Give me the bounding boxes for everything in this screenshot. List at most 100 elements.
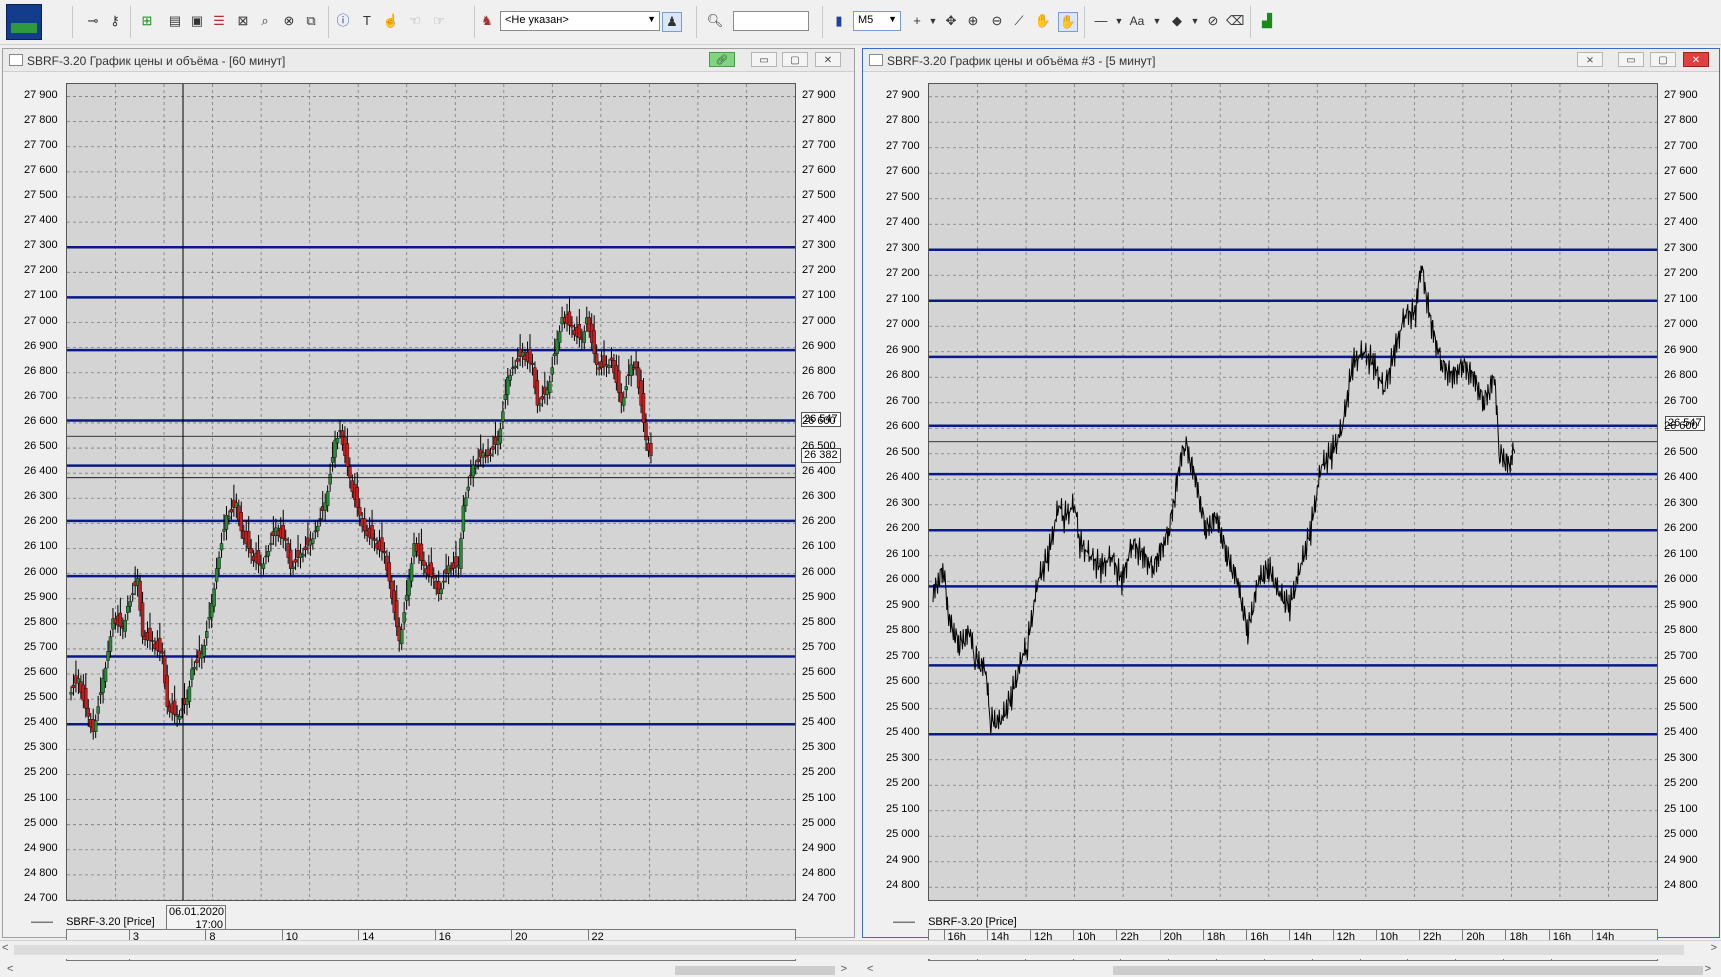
font-dropdown-icon[interactable]: ▼: [1148, 12, 1166, 30]
toolbar-separator: [1250, 6, 1251, 38]
unlink-icon[interactable]: ⨯: [1577, 52, 1603, 67]
y-tick-label: 27 800: [24, 113, 58, 126]
zoom-out-icon[interactable]: ⊖: [988, 12, 1006, 30]
table-icon[interactable]: ▤: [166, 12, 184, 30]
close-window-icon[interactable]: ⊗: [280, 12, 298, 30]
workspace-scrollbar[interactable]: < >: [0, 940, 1721, 959]
scroll-right-icon[interactable]: >: [1705, 963, 1711, 975]
portfolio-icon[interactable]: ⊠: [234, 12, 252, 30]
pan-icon[interactable]: ✋: [1034, 12, 1052, 30]
link-icon[interactable]: 🔗︎: [709, 52, 735, 67]
minimize-button[interactable]: ▭: [1618, 52, 1644, 67]
y-tick-label: 26 400: [802, 465, 836, 478]
workspace-scrollbar-thumb[interactable]: [14, 945, 1684, 955]
search-icon[interactable]: 🔍︎: [706, 12, 724, 30]
multi-hand-icon[interactable]: ☜: [406, 12, 424, 30]
candle-body: [370, 524, 374, 540]
hide-objects-icon[interactable]: ⊘: [1204, 12, 1222, 30]
fill-icon[interactable]: ◆: [1168, 12, 1186, 30]
scroll-left-icon[interactable]: <: [867, 963, 873, 975]
close-button[interactable]: ✕: [815, 52, 841, 67]
candle-body: [130, 593, 135, 595]
copy-window-icon[interactable]: ⧉: [302, 12, 320, 30]
line-dropdown-icon[interactable]: ▼: [1110, 12, 1128, 30]
y-tick-label: 27 500: [1664, 190, 1698, 203]
scrollbar-thumb[interactable]: [675, 966, 835, 975]
connect-icon[interactable]: ⊸: [84, 12, 102, 30]
y-tick-label: 26 300: [802, 490, 836, 503]
timeframe-select[interactable]: M5 ▼: [853, 11, 901, 31]
maximize-button[interactable]: ▢: [1650, 52, 1676, 67]
chart-window-icon[interactable]: ▣: [188, 12, 206, 30]
maximize-button[interactable]: ▢: [782, 52, 808, 67]
ruler-icon[interactable]: ⟋: [1010, 12, 1028, 30]
indicators-icon[interactable]: ▟: [1258, 12, 1276, 30]
horizontal-scrollbar[interactable]: < >: [5, 963, 851, 977]
scroll-left-icon[interactable]: <: [7, 963, 13, 975]
zoom-in-icon[interactable]: ⊕: [964, 12, 982, 30]
search-window-icon[interactable]: ⌕: [256, 12, 274, 30]
series-legend: —— SBRF-3.20 [Price]: [31, 916, 155, 928]
delete-objects-icon[interactable]: ⌫: [1226, 12, 1244, 30]
y-tick-label: 26 800: [886, 369, 920, 382]
y-tick-label: 26 500: [802, 440, 836, 453]
alert-icon[interactable]: ⓘ: [334, 12, 352, 30]
y-tick-label: 27 100: [886, 292, 920, 305]
price-chart-plot-area[interactable]: [928, 83, 1658, 901]
y-tick-label: 27 200: [886, 267, 920, 280]
candle-body: [246, 531, 251, 549]
candle-body: [207, 617, 211, 620]
chart-type-icon[interactable]: ▮: [830, 12, 848, 30]
timeframe-value: M5: [858, 14, 874, 26]
y-tick-label: 26 700: [802, 389, 836, 402]
window-title-bar[interactable]: SBRF-3.20 График цены и объёма - [60 мин…: [3, 49, 854, 72]
candle-body: [617, 370, 621, 393]
scroll-left-icon[interactable]: <: [2, 942, 8, 954]
font-icon[interactable]: Aa: [1128, 12, 1146, 30]
y-tick-label: 24 800: [24, 866, 58, 879]
crosshair-dropdown-icon[interactable]: ▼: [924, 12, 942, 30]
candle-body: [261, 563, 266, 569]
candle-body: [348, 466, 352, 478]
line-tool-icon[interactable]: —: [1092, 12, 1110, 30]
move-icon[interactable]: ✥: [942, 12, 960, 30]
scroll-right-icon[interactable]: >: [1711, 942, 1717, 954]
candle-body: [476, 458, 480, 463]
y-tick-label: 25 800: [802, 615, 836, 628]
y-tick-label: 25 700: [24, 640, 58, 653]
scrollbar-thumb[interactable]: [1113, 966, 1703, 975]
candle-body: [528, 349, 532, 364]
candle-body: [538, 403, 542, 406]
window-title-bar[interactable]: SBRF-3.20 График цены и объёма #3 - [5 м…: [863, 49, 1719, 72]
chart-window-left: SBRF-3.20 График цены и объёма - [60 мин…: [2, 48, 855, 977]
security-select[interactable]: <Не указан> ▼: [500, 11, 660, 31]
y-tick-label: 26 200: [24, 515, 58, 528]
y-tick-label: 27 300: [24, 239, 58, 252]
drag-hand-icon[interactable]: ✋: [1058, 12, 1078, 32]
hand-icon[interactable]: ☝: [382, 12, 400, 30]
toolbar-separator: [474, 6, 475, 38]
security-pick-icon[interactable]: ♟: [662, 12, 682, 32]
candle-body: [399, 629, 404, 645]
candle-body: [548, 381, 552, 394]
y-tick-label: 25 000: [1664, 828, 1698, 841]
candle-body: [629, 364, 633, 376]
horizontal-scrollbar[interactable]: < >: [865, 963, 1715, 977]
y-tick-label: 26 300: [886, 496, 920, 509]
orders-icon[interactable]: ☰: [210, 12, 228, 30]
y-tick-label: 27 400: [1664, 216, 1698, 229]
y-tick-label: 27 600: [886, 165, 920, 178]
close-button[interactable]: ✕: [1683, 52, 1709, 67]
y-tick-label: 27 200: [802, 264, 836, 277]
trader-icon[interactable]: ♞: [478, 12, 496, 30]
y-tick-label: 25 200: [802, 766, 836, 779]
cursor-icon[interactable]: ☞: [430, 12, 448, 30]
disconnect-icon[interactable]: ⚷: [106, 12, 124, 30]
add-window-icon[interactable]: ⊞: [138, 12, 156, 30]
minimize-button[interactable]: ▭: [751, 52, 777, 67]
search-input[interactable]: [733, 11, 809, 31]
scroll-right-icon[interactable]: >: [841, 963, 847, 975]
fill-dropdown-icon[interactable]: ▼: [1186, 12, 1204, 30]
text-tool-icon[interactable]: T: [358, 12, 376, 30]
price-chart-plot-area[interactable]: [66, 83, 796, 901]
